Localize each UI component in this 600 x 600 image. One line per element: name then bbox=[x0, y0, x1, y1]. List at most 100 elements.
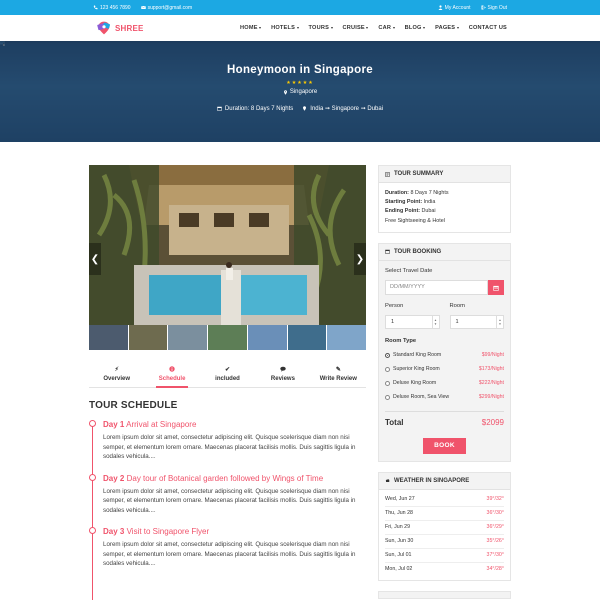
hero-meta: Duration: 8 Days 7 Nights India ➞ Singap… bbox=[0, 105, 600, 112]
room-option[interactable]: Deluxe Room, Sea View $299/Night bbox=[385, 393, 504, 402]
nav-tours[interactable]: TOURS bbox=[309, 25, 333, 31]
room-price: $99/Night bbox=[481, 352, 504, 359]
room-option[interactable]: Superior King Room $173/Night bbox=[385, 365, 504, 374]
person-label: Person bbox=[385, 303, 404, 310]
schedule-timeline: Day 1 Arrival at Singapore Lorem ipsum d… bbox=[89, 420, 366, 600]
nav-hotels[interactable]: HOTELS bbox=[271, 25, 299, 31]
tab-write-review[interactable]: ✎ Write Review bbox=[311, 365, 366, 387]
radio-icon[interactable] bbox=[385, 395, 390, 401]
tab-reviews[interactable]: Reviews bbox=[255, 365, 310, 387]
summary-label: Starting Point: bbox=[385, 199, 423, 206]
hero-content: Honeymoon in Singapore ★★★★★ Singapore D… bbox=[0, 41, 600, 112]
my-account-link[interactable]: My Account bbox=[438, 5, 471, 11]
room-option-name: Standard King Room bbox=[385, 351, 441, 360]
info-icon bbox=[144, 366, 199, 374]
room-name: Deluxe Room, Sea View bbox=[393, 394, 450, 401]
date-picker-button[interactable] bbox=[488, 280, 504, 296]
room-stepper[interactable]: 1 ▲ ▼ bbox=[449, 315, 504, 330]
tour-summary-body: Duration: 8 Days 7 Nights Starting Point… bbox=[379, 183, 510, 232]
day-number: Day 3 bbox=[103, 527, 125, 536]
weather-temp: 36°/30° bbox=[486, 509, 505, 516]
caret-down-icon bbox=[296, 27, 299, 29]
map-marker-icon bbox=[303, 106, 307, 111]
thumbnail[interactable] bbox=[327, 325, 366, 350]
tab-included[interactable]: ✔ included bbox=[200, 365, 255, 387]
page: 123 456 7890 support@gmail.com My Accoun… bbox=[0, 0, 600, 600]
next-widget bbox=[378, 590, 511, 599]
day-heading: Day 1 Arrival at Singapore bbox=[103, 420, 366, 429]
hero-banner: Honeymoon in Singapore ★★★★★ Singapore D… bbox=[0, 41, 600, 142]
spinner-icon[interactable]: ▲ ▼ bbox=[496, 316, 503, 329]
person-group: Person 1 ▲ ▼ bbox=[385, 302, 440, 330]
tab-schedule[interactable]: Schedule bbox=[144, 365, 199, 388]
topbar-phone[interactable]: 123 456 7890 bbox=[93, 5, 131, 11]
nav-cruise[interactable]: CRUISE bbox=[343, 25, 369, 31]
weather-header: WEATHER IN SINGAPORE bbox=[379, 473, 510, 490]
room-price: $173/Night bbox=[478, 366, 504, 373]
room-option[interactable]: Standard King Room $99/Night bbox=[385, 351, 504, 360]
nav-home[interactable]: HOME bbox=[240, 25, 262, 31]
thumbnail[interactable] bbox=[208, 325, 248, 350]
day-heading: Day 2 Day tour of Botanical garden follo… bbox=[103, 474, 366, 483]
schedule-day: Day 2 Day tour of Botanical garden follo… bbox=[89, 473, 366, 516]
nav-label: CONTACT US bbox=[468, 25, 507, 31]
nav-label: HOME bbox=[240, 25, 258, 31]
weather-day: Thu, Jun 28 bbox=[385, 509, 413, 516]
gallery-next-button[interactable]: ❯ bbox=[354, 243, 366, 275]
summary-value: 8 Days 7 Nights bbox=[410, 190, 449, 196]
day-title: Arrival at Singapore bbox=[126, 420, 197, 429]
total-value: $2099 bbox=[481, 418, 504, 428]
room-price: $299/Night bbox=[478, 394, 504, 401]
book-button[interactable]: BOOK bbox=[423, 437, 466, 454]
thumbnail[interactable] bbox=[247, 325, 288, 350]
summary-value: India bbox=[423, 199, 436, 206]
room-label: Room bbox=[449, 303, 465, 310]
nav-label: PAGES bbox=[435, 25, 456, 31]
thumbnail[interactable] bbox=[287, 325, 328, 350]
tour-booking-box: TOUR BOOKING Select Travel Date DD/MM/YY… bbox=[378, 242, 511, 462]
weather-temp: 35°/26° bbox=[486, 537, 505, 544]
room-price: $222/Night bbox=[478, 380, 504, 387]
route-text: India ➞ Singapore ➞ Dubai bbox=[310, 106, 384, 112]
nav-car[interactable]: CAR bbox=[378, 25, 395, 31]
timeline-dot bbox=[89, 420, 96, 427]
user-icon bbox=[438, 5, 443, 10]
room-name: Superior King Room bbox=[393, 366, 440, 373]
person-stepper[interactable]: 1 ▲ ▼ bbox=[385, 315, 440, 330]
weather-row: Sun, Jun 30 35°/26° bbox=[385, 535, 504, 549]
tab-overview[interactable]: ⚡︎ Overview bbox=[89, 365, 144, 387]
gallery-prev-button[interactable]: ❮ bbox=[89, 243, 101, 275]
nav-pages[interactable]: PAGES bbox=[435, 25, 459, 31]
room-group: Room 1 ▲ ▼ bbox=[449, 302, 504, 330]
room-option-name: Deluxe King Room bbox=[385, 379, 436, 388]
nav-blog[interactable]: BLOG bbox=[405, 25, 426, 31]
radio-icon[interactable] bbox=[385, 367, 390, 373]
summary-duration: Duration: 8 Days 7 Nights bbox=[385, 189, 504, 198]
nav-contact-us[interactable]: CONTACT US bbox=[469, 25, 507, 31]
summary-value: Dubai bbox=[421, 208, 436, 215]
weather-day: Mon, Jul 02 bbox=[385, 566, 413, 573]
room-name: Standard King Room bbox=[393, 352, 442, 359]
thumbnail[interactable] bbox=[128, 325, 169, 350]
person-value: 1 bbox=[391, 318, 395, 325]
route-info: India ➞ Singapore ➞ Dubai bbox=[302, 105, 383, 112]
day-number: Day 1 bbox=[103, 420, 125, 429]
caret-down-icon bbox=[259, 27, 262, 29]
day-description: Lorem ipsum dolor sit amet, consectetur … bbox=[103, 487, 356, 514]
radio-icon[interactable] bbox=[385, 381, 390, 387]
caret-down-icon bbox=[366, 27, 369, 29]
travel-date-label: Select Travel Date bbox=[385, 267, 433, 274]
total-row: Total $2099 bbox=[385, 411, 504, 427]
topbar-email[interactable]: support@gmail.com bbox=[140, 5, 192, 11]
radio-selected-icon[interactable] bbox=[385, 353, 390, 359]
thumbnail[interactable] bbox=[168, 325, 209, 350]
spinner-icon[interactable]: ▲ ▼ bbox=[431, 316, 439, 329]
box-title: TOUR SUMMARY bbox=[394, 171, 444, 177]
summary-start: Starting Point: India bbox=[385, 198, 504, 207]
room-option[interactable]: Deluxe King Room $222/Night bbox=[385, 379, 504, 388]
thumbnail[interactable] bbox=[89, 325, 129, 350]
sign-out-link[interactable]: Sign Out bbox=[481, 5, 507, 11]
logo[interactable]: SHREE bbox=[96, 20, 144, 36]
weather-body: Wed, Jun 27 39°/32° Thu, Jun 28 36°/30° Fr… bbox=[379, 489, 510, 580]
travel-date-input[interactable]: DD/MM/YYYY bbox=[385, 280, 488, 296]
